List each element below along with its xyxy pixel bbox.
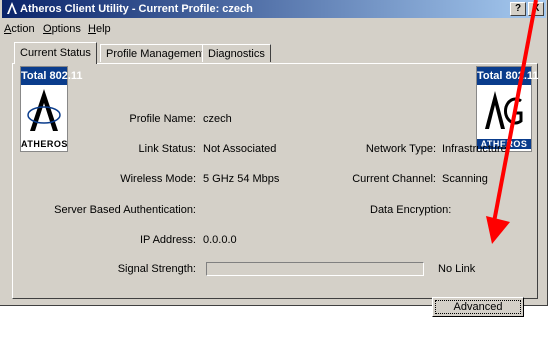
tab-current-status[interactable]: Current Status [14, 42, 97, 64]
